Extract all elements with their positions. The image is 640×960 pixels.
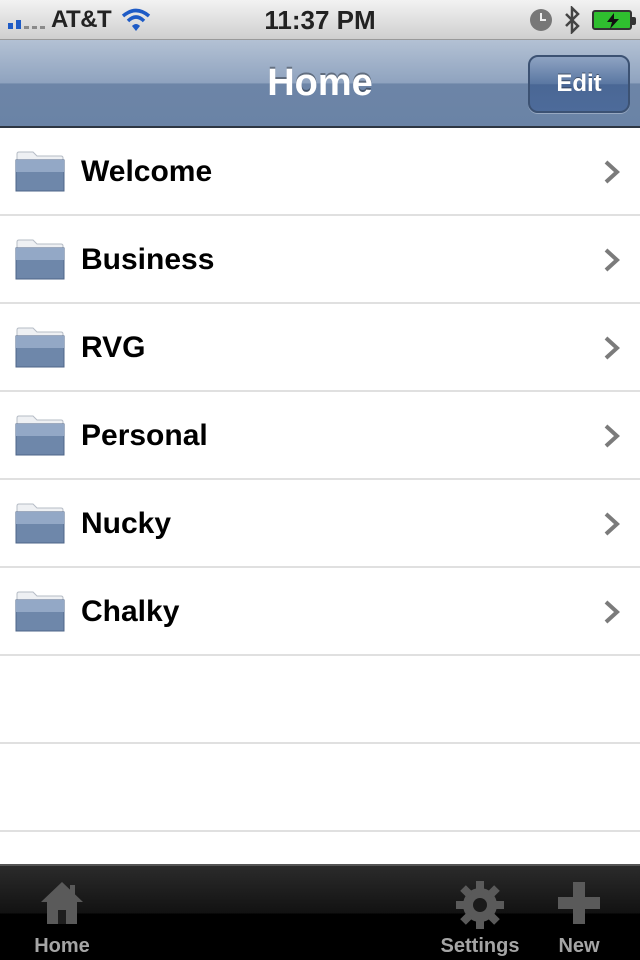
bluetooth-icon <box>565 6 580 34</box>
list-item-nucky[interactable]: Nucky <box>0 480 640 568</box>
folder-list: Welcome Business RVG Personal Nucky Chal… <box>0 128 640 864</box>
gear-icon <box>456 881 504 929</box>
list-item-rvg[interactable]: RVG <box>0 304 640 392</box>
chevron-right-icon <box>604 424 620 448</box>
alarm-clock-icon <box>530 9 552 31</box>
tab-new-label: New <box>558 935 600 957</box>
list-item-label: RVG <box>81 331 146 364</box>
tab-home[interactable]: Home <box>10 866 114 960</box>
status-bar: AT&T 11:37 PM <box>0 0 640 40</box>
folder-icon <box>15 239 65 280</box>
list-item-label: Nucky <box>81 507 172 540</box>
empty-row <box>0 656 640 744</box>
home-icon <box>41 882 83 924</box>
list-item-label: Welcome <box>81 155 213 188</box>
tab-bar: Home Settings New <box>0 864 640 960</box>
status-right <box>530 6 636 34</box>
list-item-business[interactable]: Business <box>0 216 640 304</box>
list-item-label: Personal <box>81 419 208 452</box>
chevron-right-icon <box>604 600 620 624</box>
battery-charging-icon <box>592 10 636 30</box>
list-item-label: Business <box>81 243 215 276</box>
folder-icon <box>15 151 65 192</box>
folder-icon <box>15 327 65 368</box>
tab-settings[interactable]: Settings <box>432 866 528 960</box>
tab-settings-label: Settings <box>440 935 520 957</box>
navigation-bar: Home Edit <box>0 40 640 128</box>
chevron-right-icon <box>604 248 620 272</box>
chevron-right-icon <box>604 160 620 184</box>
chevron-right-icon <box>604 512 620 536</box>
chevron-right-icon <box>604 336 620 360</box>
plus-icon <box>558 882 600 924</box>
folder-icon <box>15 503 65 544</box>
list-item-welcome[interactable]: Welcome <box>0 128 640 216</box>
empty-row <box>0 744 640 832</box>
edit-button[interactable]: Edit <box>528 55 630 113</box>
tab-home-label: Home <box>34 935 90 957</box>
list-item-chalky[interactable]: Chalky <box>0 568 640 656</box>
folder-icon <box>15 591 65 632</box>
tab-new[interactable]: New <box>538 866 620 960</box>
folder-icon <box>15 415 65 456</box>
list-item-personal[interactable]: Personal <box>0 392 640 480</box>
list-item-label: Chalky <box>81 595 180 628</box>
